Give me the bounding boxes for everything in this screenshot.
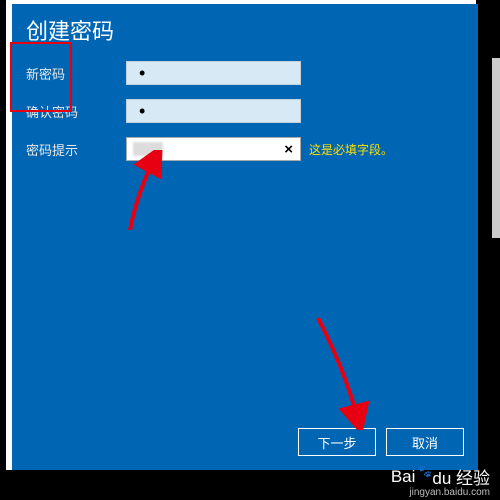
confirm-password-input[interactable]: • bbox=[126, 99, 301, 123]
password-hint-input[interactable]: × bbox=[126, 137, 301, 161]
create-password-dialog: 创建密码 新密码 • 确认密码 • 密码提示 × 这是必填字段。 下一步 取消 bbox=[12, 4, 478, 470]
paw-icon: 🐾 bbox=[417, 464, 430, 478]
new-password-label: 新密码 bbox=[26, 64, 126, 83]
required-field-error: 这是必填字段。 bbox=[309, 141, 393, 158]
password-mask: • bbox=[139, 64, 145, 82]
password-form: 新密码 • 确认密码 • 密码提示 × 这是必填字段。 bbox=[12, 60, 478, 162]
password-mask: • bbox=[139, 102, 145, 120]
dialog-title: 创建密码 bbox=[12, 4, 478, 60]
scrollbar[interactable] bbox=[492, 58, 500, 238]
button-bar: 下一步 取消 bbox=[298, 428, 464, 456]
confirm-password-row: 确认密码 • bbox=[26, 98, 464, 124]
watermark-brand-suffix: du 经验 bbox=[432, 464, 490, 489]
confirm-password-label: 确认密码 bbox=[26, 102, 126, 121]
hint-blurred-text bbox=[133, 142, 163, 156]
password-hint-row: 密码提示 × 这是必填字段。 bbox=[26, 136, 464, 162]
next-button[interactable]: 下一步 bbox=[298, 428, 376, 456]
watermark: Bai🐾du 经验 jingyan.baidu.com bbox=[391, 464, 490, 498]
clear-icon[interactable]: × bbox=[281, 141, 296, 158]
new-password-input[interactable]: • bbox=[126, 61, 301, 85]
password-hint-label: 密码提示 bbox=[26, 140, 126, 159]
watermark-brand: Bai bbox=[391, 467, 416, 487]
watermark-url: jingyan.baidu.com bbox=[391, 487, 490, 498]
cancel-button[interactable]: 取消 bbox=[386, 428, 464, 456]
new-password-row: 新密码 • bbox=[26, 60, 464, 86]
